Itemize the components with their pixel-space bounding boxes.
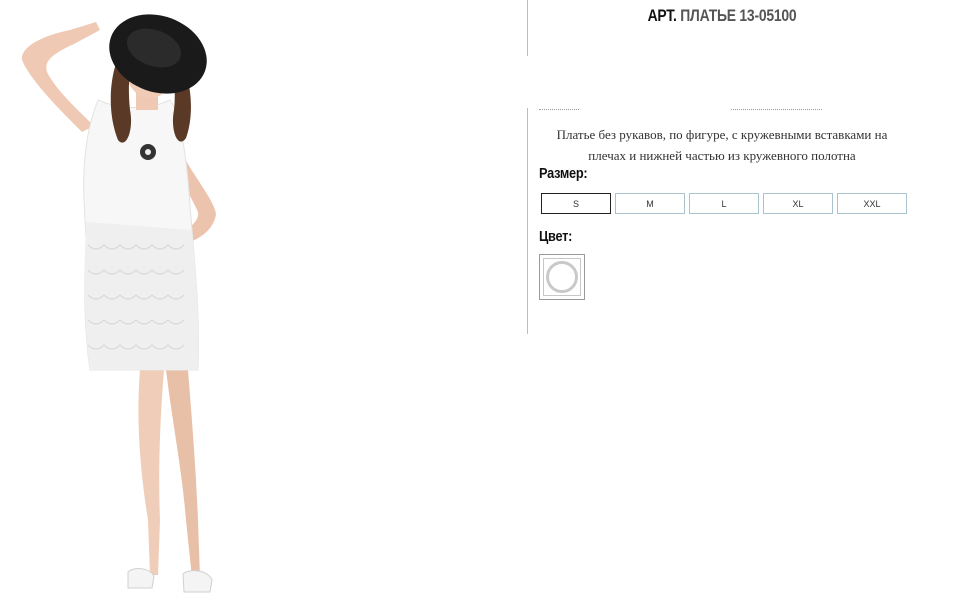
divider-line-bottom bbox=[527, 108, 528, 334]
size-option-xxl[interactable]: XXL bbox=[837, 193, 907, 214]
color-swatch-white[interactable] bbox=[539, 254, 585, 300]
product-title: Арт. Платье 13-05100 bbox=[573, 6, 871, 26]
dotted-divider-right bbox=[731, 109, 822, 110]
divider-line-top bbox=[527, 0, 528, 56]
product-photo bbox=[0, 0, 260, 600]
article-prefix: Арт. bbox=[647, 6, 677, 25]
size-label: Размер: bbox=[539, 165, 588, 182]
product-name: Платье 13-05100 bbox=[680, 6, 797, 25]
color-label: Цвет: bbox=[539, 228, 573, 245]
size-option-s[interactable]: S bbox=[541, 193, 611, 214]
color-circle-icon bbox=[546, 261, 578, 293]
swatch-frame bbox=[543, 258, 581, 296]
size-selector: S M L XL XXL bbox=[541, 193, 907, 214]
size-option-m[interactable]: M bbox=[615, 193, 685, 214]
dotted-divider-left bbox=[539, 109, 579, 110]
size-option-xl[interactable]: XL bbox=[763, 193, 833, 214]
size-option-l[interactable]: L bbox=[689, 193, 759, 214]
product-description: Платье без рукавов, по фигуре, с кружевн… bbox=[556, 127, 888, 163]
